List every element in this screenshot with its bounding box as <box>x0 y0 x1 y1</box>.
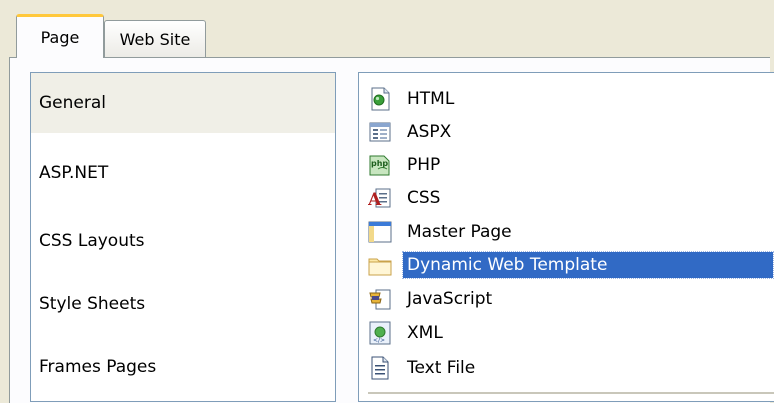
category-item-style-sheets[interactable]: Style Sheets <box>31 274 335 334</box>
page-type-label: HTML <box>407 89 455 109</box>
page-type-aspx[interactable]: ASPX <box>367 116 773 148</box>
category-item-general[interactable]: General <box>31 73 335 133</box>
page-type-label: Master Page <box>407 222 512 242</box>
css-page-icon: A <box>367 185 393 211</box>
page-type-label: CSS <box>407 188 441 208</box>
page-type-dynamic-web-template[interactable]: Dynamic Web Template <box>367 249 774 281</box>
tab-page[interactable]: Page <box>16 14 104 58</box>
category-item-label: Style Sheets <box>39 294 146 314</box>
category-item-frames-pages[interactable]: Frames Pages <box>31 337 335 397</box>
category-list[interactable]: General ASP.NET CSS Layouts Style Sheets… <box>30 72 336 402</box>
svg-text:A: A <box>368 190 382 210</box>
javascript-icon <box>367 286 393 312</box>
page-type-css[interactable]: A CSS <box>367 182 773 214</box>
page-type-master-page[interactable]: Master Page <box>367 216 773 248</box>
page-type-label: ASPX <box>407 122 452 142</box>
category-item-label: Frames Pages <box>39 357 157 377</box>
folder-icon <box>367 252 393 278</box>
tab-web-site-label: Web Site <box>119 29 191 49</box>
aspx-page-icon <box>367 119 393 145</box>
page-type-text-file[interactable]: Text File <box>367 352 773 384</box>
page-type-list[interactable]: HTML ASPX php PHP A CSS Master Page Dyna… <box>358 72 774 402</box>
page-type-label: JavaScript <box>407 289 493 309</box>
php-page-icon: php <box>367 152 393 178</box>
page-type-javascript[interactable]: JavaScript <box>367 283 773 315</box>
master-page-icon <box>367 219 393 245</box>
page-type-label: PHP <box>407 155 441 175</box>
page-type-label: Dynamic Web Template <box>402 251 774 279</box>
svg-text:php: php <box>371 159 388 168</box>
svg-text:</>: </> <box>373 337 385 344</box>
html-page-icon <box>367 86 393 112</box>
category-item-css-layouts[interactable]: CSS Layouts <box>31 211 335 271</box>
page-type-html[interactable]: HTML <box>367 83 773 115</box>
xml-page-icon: </> <box>367 320 393 346</box>
category-item-label: ASP.NET <box>39 163 109 183</box>
page-type-label: Text File <box>407 358 476 378</box>
tab-strip: Page Web Site <box>0 0 774 58</box>
page-type-xml[interactable]: </> XML <box>367 317 773 349</box>
category-item-label: CSS Layouts <box>39 231 145 251</box>
tab-web-site[interactable]: Web Site <box>104 20 206 57</box>
category-item-aspnet[interactable]: ASP.NET <box>31 143 335 203</box>
page-type-php[interactable]: php PHP <box>367 149 773 181</box>
page-type-label: XML <box>407 323 443 343</box>
tab-page-label: Page <box>40 28 80 47</box>
category-item-label: General <box>39 93 106 113</box>
text-file-icon <box>367 355 393 381</box>
